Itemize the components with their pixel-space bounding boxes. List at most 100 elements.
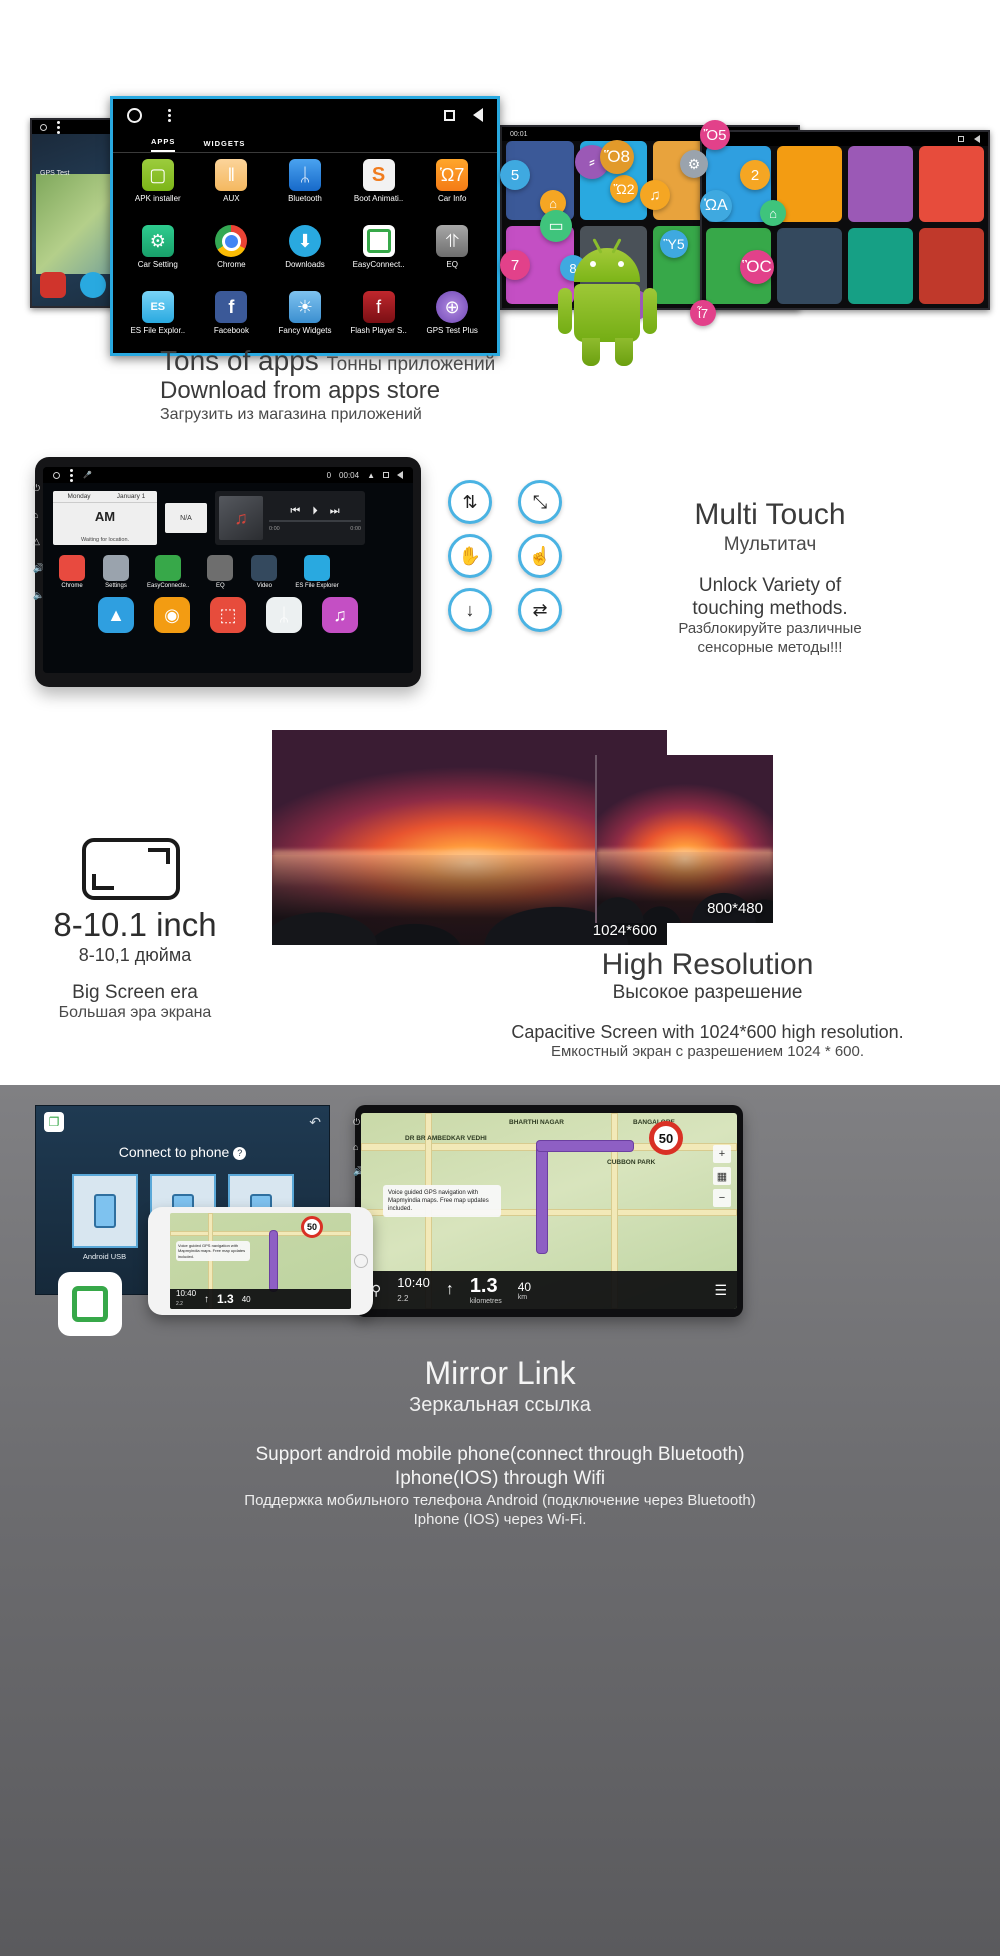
gps-label: GPS Test	[40, 170, 69, 177]
tablet-app-label: ES File Explorer	[295, 583, 338, 589]
phone-navigation-screen: 50 Voice guided GPS navigation with Mapm…	[170, 1213, 351, 1309]
bluetooth-dock-icon[interactable]: ᛦ	[266, 597, 302, 633]
tab-apps[interactable]: APPS	[151, 137, 175, 152]
help-icon[interactable]: ?	[233, 1147, 246, 1160]
tile-7[interactable]	[848, 228, 913, 304]
app-cell[interactable]: ⚙ Car Setting	[121, 225, 195, 291]
back-triangle-icon[interactable]	[473, 108, 483, 122]
apps-headline-en: Tons of apps	[160, 345, 319, 376]
panel-title-text: Connect to phone	[119, 1144, 230, 1160]
widget-day: Monday	[53, 491, 105, 502]
wine-bubble: ἷ7	[690, 300, 716, 326]
app-cell[interactable]: Chrome	[195, 225, 269, 291]
back-arrow-icon[interactable]: ↶	[309, 1114, 321, 1131]
gps-test-icon[interactable]: ⊕	[436, 291, 468, 323]
mascot-arm-right	[643, 288, 657, 334]
distance-value: 1.3	[470, 1275, 498, 1297]
app-cell[interactable]: ‖ AUX	[195, 159, 269, 225]
boot-animation-icon[interactable]: S	[363, 159, 395, 191]
arrival-time-block: 10:40 2.2	[397, 1276, 430, 1305]
tablet-dock: ▲ ◉ ⬚ ᛦ ♫	[43, 589, 413, 633]
equalizer-icon[interactable]: ⥣	[436, 225, 468, 257]
menu-kebab-icon[interactable]	[70, 469, 73, 482]
android-mascot	[560, 248, 655, 368]
tile-3[interactable]	[848, 146, 913, 222]
gesture-icon-grid: ⇅ ⤡ ✋ ☝ ↓ ⇄	[448, 480, 574, 632]
car-setting-icon[interactable]: ⚙	[142, 225, 174, 257]
easyconnect-icon[interactable]: ❐	[44, 1112, 64, 1132]
es-file-explorer-icon[interactable]	[304, 555, 330, 581]
tablet-app[interactable]: EasyConnecte..	[147, 555, 189, 589]
aux-cable-icon[interactable]: ‖	[215, 159, 247, 191]
bluetooth-icon[interactable]: ᛦ	[289, 159, 321, 191]
app-cell[interactable]: ᛦ Bluetooth	[268, 159, 342, 225]
tablet-app[interactable]: Chrome	[59, 555, 85, 589]
app-cell[interactable]: ⥣ EQ	[415, 225, 489, 291]
es-file-explorer-icon[interactable]: ES	[142, 291, 174, 323]
play-pause-button[interactable]: ⏵	[312, 505, 318, 518]
gear-icon[interactable]	[103, 555, 129, 581]
easyconnect-icon[interactable]	[363, 225, 395, 257]
hires-title-en: High Resolution	[430, 948, 985, 982]
previous-track-button[interactable]: ⏮	[290, 505, 300, 518]
place-bharthi-nagar: BHARTHI NAGAR	[509, 1119, 564, 1126]
app-cell[interactable]: ⬇ Downloads	[268, 225, 342, 291]
chrome-icon[interactable]	[59, 555, 85, 581]
music-dock-icon[interactable]: ♫	[322, 597, 358, 633]
flash-player-icon[interactable]: f	[363, 291, 395, 323]
tablet-app[interactable]: EQ	[207, 555, 233, 589]
mascot-eye-right	[618, 261, 624, 267]
back-triangle-icon[interactable]	[397, 471, 403, 479]
car-info-icon[interactable]: Ὡ7	[436, 159, 468, 191]
tablet-app[interactable]: Video	[251, 555, 277, 589]
tile-8[interactable]	[919, 228, 984, 304]
home-circle-icon[interactable]	[127, 108, 142, 123]
music-player-widget[interactable]: ♫ ⏮ ⏵ ⏭ 0:00 0:00	[215, 491, 365, 545]
app-cell[interactable]: S Boot Animati..	[342, 159, 416, 225]
app-cell[interactable]: EasyConnect..	[342, 225, 416, 291]
chrome-icon[interactable]	[215, 225, 247, 257]
mascot-leg-right	[615, 338, 633, 366]
house2-bubble: ⌂	[760, 200, 786, 226]
tile-4[interactable]	[919, 146, 984, 222]
mic-icon: 🎤	[83, 471, 92, 479]
recents-square-icon[interactable]	[444, 110, 455, 121]
menu-icon[interactable]: ☰	[714, 1282, 727, 1299]
home-circle-icon[interactable]	[53, 472, 60, 479]
apps-dock-icon[interactable]: ⬚	[210, 597, 246, 633]
menu-kebab-icon[interactable]	[168, 109, 171, 122]
facebook-icon[interactable]: f	[215, 291, 247, 323]
tile-2[interactable]	[777, 146, 842, 222]
tablet-app[interactable]: Settings	[103, 555, 129, 589]
tab-widgets[interactable]: WIDGETS	[203, 139, 245, 152]
navigation-dock-icon[interactable]: ▲	[98, 597, 134, 633]
calendar-clock-widget[interactable]: Monday January 1 AM Waiting for location…	[53, 491, 157, 545]
progress-bar[interactable]	[269, 520, 361, 522]
video-icon[interactable]	[251, 555, 277, 581]
app-cell[interactable]: Ὡ7 Car Info	[415, 159, 489, 225]
grid-view-button[interactable]: ▦	[713, 1167, 731, 1185]
recents-square-icon	[958, 136, 964, 142]
signal-icon: ▲	[367, 471, 375, 480]
easyconnect-icon[interactable]	[155, 555, 181, 581]
equalizer-icon[interactable]	[207, 555, 233, 581]
option-android-usb[interactable]	[72, 1174, 138, 1248]
multi-finger-gesture-icon: ✋	[448, 534, 492, 578]
app-cell[interactable]: ▢ APK installer	[121, 159, 195, 225]
next-track-button[interactable]: ⏭	[330, 505, 340, 518]
tile-6[interactable]	[777, 228, 842, 304]
android-robot-icon[interactable]: ▢	[142, 159, 174, 191]
widget-na[interactable]: N/A	[165, 503, 207, 533]
phone-home-button[interactable]	[354, 1254, 368, 1268]
zoom-in-button[interactable]: +	[713, 1145, 731, 1163]
recents-square-icon[interactable]	[383, 472, 389, 478]
phone-remaining: 40	[242, 1295, 251, 1304]
download-icon[interactable]: ⬇	[289, 225, 321, 257]
weather-widget-icon[interactable]: ☀	[289, 291, 321, 323]
zoom-out-button[interactable]: −	[713, 1189, 731, 1207]
status-time: 00:01	[510, 131, 528, 138]
tablet-app[interactable]: ES File Explorer	[295, 555, 338, 589]
app-label: Car Info	[438, 194, 466, 203]
mascot-leg-left	[582, 338, 600, 366]
browser-dock-icon[interactable]: ◉	[154, 597, 190, 633]
